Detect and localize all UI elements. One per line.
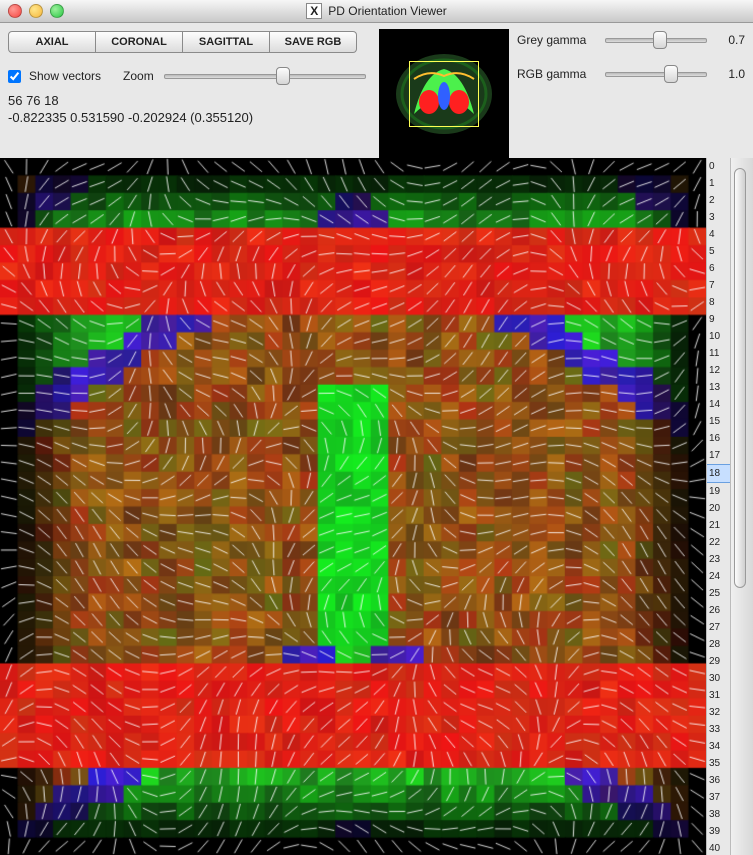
orientation-canvas[interactable]	[0, 158, 706, 855]
ruler-tick[interactable]: 1	[707, 175, 730, 192]
close-icon[interactable]	[8, 4, 22, 18]
ruler-tick[interactable]: 39	[707, 823, 730, 840]
ruler-tick[interactable]: 8	[707, 294, 730, 311]
grey-gamma-label: Grey gamma	[517, 33, 597, 47]
ruler-tick[interactable]: 4	[707, 226, 730, 243]
ruler-tick[interactable]: 28	[707, 636, 730, 653]
ruler-tick[interactable]: 15	[707, 413, 730, 430]
ruler-tick[interactable]: 7	[707, 277, 730, 294]
ruler-tick[interactable]: 26	[707, 602, 730, 619]
rgb-gamma-slider[interactable]	[605, 72, 707, 77]
ruler-tick[interactable]: 32	[707, 704, 730, 721]
ruler-tick[interactable]: 20	[707, 500, 730, 517]
show-vectors-label: Show vectors	[29, 69, 101, 83]
ruler-tick[interactable]: 0	[707, 158, 730, 175]
window-title: PD Orientation Viewer	[328, 4, 447, 18]
ruler-tick[interactable]: 6	[707, 260, 730, 277]
ruler-tick[interactable]: 23	[707, 551, 730, 568]
zoom-slider[interactable]	[164, 74, 366, 79]
coronal-button[interactable]: CORONAL	[96, 31, 183, 53]
zoom-label: Zoom	[123, 69, 154, 83]
ruler-tick[interactable]: 29	[707, 653, 730, 670]
ruler-tick[interactable]: 38	[707, 806, 730, 823]
ruler-tick[interactable]: 10	[707, 328, 730, 345]
show-vectors-checkbox[interactable]	[8, 70, 21, 83]
ruler-tick[interactable]: 24	[707, 568, 730, 585]
ruler-tick[interactable]: 35	[707, 755, 730, 772]
ruler-tick[interactable]: 16	[707, 430, 730, 447]
ruler-tick[interactable]: 13	[707, 379, 730, 396]
ruler-tick[interactable]: 21	[707, 517, 730, 534]
scrollbar-thumb[interactable]	[734, 168, 746, 588]
ruler-tick[interactable]: 30	[707, 670, 730, 687]
roi-box[interactable]	[409, 61, 479, 127]
ruler-tick[interactable]: 31	[707, 687, 730, 704]
ruler-tick[interactable]: 11	[707, 345, 730, 362]
ruler-tick[interactable]: 12	[707, 362, 730, 379]
rgb-gamma-value: 1.0	[715, 67, 745, 81]
slice-ruler[interactable]: 0123456789101112131415161718192021222324…	[706, 158, 730, 855]
ruler-tick[interactable]: 5	[707, 243, 730, 260]
ruler-tick[interactable]: 34	[707, 738, 730, 755]
ruler-tick[interactable]: 2	[707, 192, 730, 209]
axial-button[interactable]: AXIAL	[8, 31, 96, 53]
grey-gamma-value: 0.7	[715, 33, 745, 47]
ruler-tick[interactable]: 25	[707, 585, 730, 602]
ruler-tick[interactable]: 18	[707, 464, 730, 483]
overview-thumbnail[interactable]	[379, 29, 509, 159]
cursor-coords: 56 76 18	[8, 93, 368, 110]
save-rgb-button[interactable]: SAVE RGB	[270, 31, 357, 53]
ruler-tick[interactable]: 33	[707, 721, 730, 738]
ruler-tick[interactable]: 9	[707, 311, 730, 328]
ruler-tick[interactable]: 36	[707, 772, 730, 789]
sagittal-button[interactable]: SAGITTAL	[183, 31, 270, 53]
ruler-tick[interactable]: 27	[707, 619, 730, 636]
rgb-gamma-label: RGB gamma	[517, 67, 597, 81]
ruler-tick[interactable]: 17	[707, 447, 730, 464]
app-icon: X	[306, 3, 322, 19]
minimize-icon[interactable]	[29, 4, 43, 18]
ruler-tick[interactable]: 37	[707, 789, 730, 806]
grey-gamma-slider[interactable]	[605, 38, 707, 43]
ruler-tick[interactable]: 22	[707, 534, 730, 551]
ruler-tick[interactable]: 40	[707, 840, 730, 855]
ruler-tick[interactable]: 3	[707, 209, 730, 226]
ruler-tick[interactable]: 14	[707, 396, 730, 413]
ruler-tick[interactable]: 19	[707, 483, 730, 500]
zoom-icon[interactable]	[50, 4, 64, 18]
vertical-scrollbar[interactable]	[730, 158, 753, 855]
window-titlebar: X PD Orientation Viewer	[0, 0, 753, 23]
cursor-vector: -0.822335 0.531590 -0.202924 (0.355120)	[8, 110, 368, 127]
